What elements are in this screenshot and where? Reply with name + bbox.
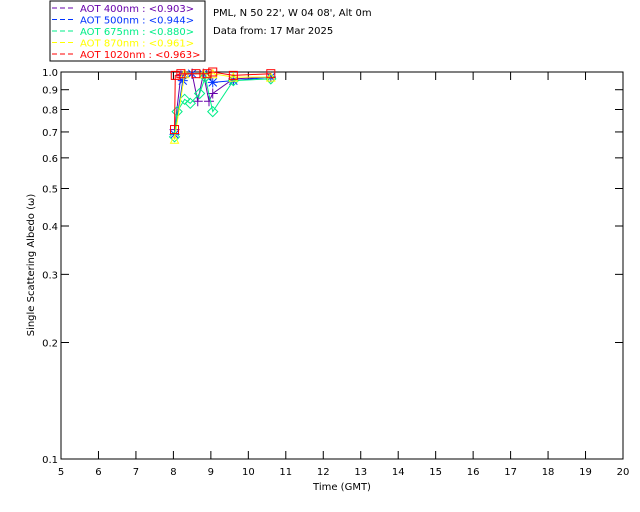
x-tick-label: 10 [242, 467, 255, 478]
x-axis-label: Time (GMT) [312, 482, 371, 493]
x-tick-label: 17 [504, 467, 517, 478]
y-tick-label: 0.7 [42, 128, 58, 139]
y-tick-label: 0.6 [42, 154, 58, 165]
series-2 [168, 71, 277, 143]
x-tick-label: 15 [429, 467, 442, 478]
legend-entry: AOT 870nm : <0.961> [80, 39, 194, 50]
series-line [174, 71, 271, 130]
legend-entry: AOT 500nm : <0.944> [80, 16, 194, 27]
series-line [174, 73, 271, 130]
x-tick-label: 13 [354, 467, 367, 478]
legend-entry: AOT 675nm : <0.880> [80, 27, 194, 38]
plot-frame [60, 71, 624, 460]
series-line [174, 73, 271, 135]
x-tick-label: 19 [579, 467, 592, 478]
y-tick-label: 0.5 [42, 184, 58, 195]
y-tick-label: 0.2 [42, 339, 58, 350]
y-tick-label: 0.9 [42, 86, 58, 97]
x-tick-label: 12 [317, 467, 330, 478]
x-tick-label: 6 [95, 467, 101, 478]
y-tick-label: 0.8 [42, 106, 58, 117]
x-tick-label: 18 [542, 467, 555, 478]
y-axis-label: Single Scattering Albedo (ω) [26, 194, 37, 337]
x-tick-label: 8 [170, 467, 176, 478]
y-tick-label: 0.4 [42, 222, 58, 233]
x-tick-label: 11 [279, 467, 292, 478]
data-point [207, 77, 218, 88]
y-tick-label: 0.1 [42, 455, 58, 466]
x-tick-label: 7 [133, 467, 139, 478]
x-tick-label: 20 [617, 467, 630, 478]
chart-title-line-2: Data from: 17 Mar 2025 [213, 26, 333, 37]
chart: 5 6 7 8 9 10 11 12 13 14 15 16 17 18 19 20 0.1 0.2 0.3 0.4 0… [26, 0, 630, 493]
x-tick-label: 16 [467, 467, 480, 478]
x-tick-label: 9 [208, 467, 214, 478]
legend-entry: AOT 1020nm : <0.963> [80, 50, 200, 61]
legend-entry: AOT 400nm : <0.903> [80, 4, 194, 15]
y-tick-label: 0.3 [42, 270, 58, 281]
chart-title-line-1: PML, N 50 22', W 04 08', Alt 0m [213, 8, 372, 19]
y-tick-label: 1.0 [42, 68, 58, 79]
x-tick-label: 14 [392, 467, 405, 478]
x-tick-label: 5 [58, 467, 64, 478]
